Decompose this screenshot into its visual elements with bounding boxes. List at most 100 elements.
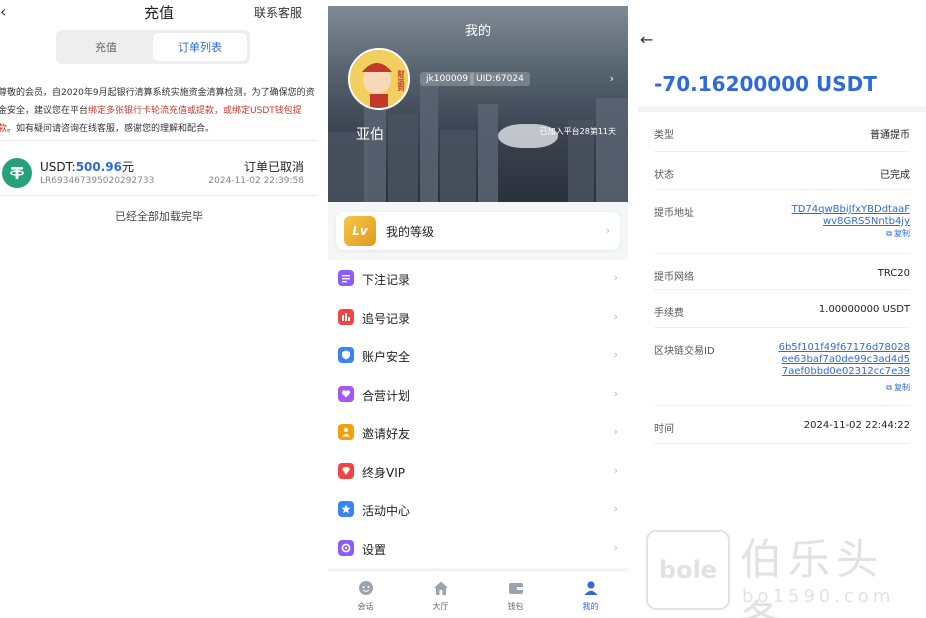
- withdraw-address-link[interactable]: TD74qwBbiJfxYBDdtaaF wv8GRS5Nntb4jy: [792, 204, 910, 228]
- copy-txid-button[interactable]: ⧉ 复制: [886, 382, 910, 393]
- menu-item-lifetime-vip[interactable]: 终身VIP ›: [328, 453, 628, 492]
- level-badge-icon: Lv: [344, 216, 376, 246]
- recharge-tab-switch: 充值 订单列表: [56, 30, 250, 64]
- detail-row-time: 时间 2024-11-02 22:44:22: [654, 406, 910, 444]
- detail-row-status: 状态 已完成: [654, 152, 910, 190]
- tab-mine[interactable]: 我的: [553, 571, 628, 618]
- tab-recharge[interactable]: 充值: [59, 33, 153, 61]
- profile-hero: 我的 财运到 jk100009 UID:67024 › 亚伯 已加入平台28第1…: [328, 6, 628, 202]
- menu-item-activity-center[interactable]: 活动中心 ›: [328, 491, 628, 530]
- detail-row-txid: 区块链交易ID 6b5f101f49f67176d78028 ee63baf7a…: [654, 328, 910, 406]
- joined-days: 已加入平台28第11天: [539, 127, 616, 136]
- tab-label: 钱包: [507, 602, 524, 611]
- chevron-right-icon: ›: [613, 502, 618, 515]
- recharge-screen: ‹ 充值 联系客服 充值 订单列表 尊敬的会员，自2020年9月起银行清算系统实…: [0, 0, 318, 618]
- username: 亚伯: [356, 127, 384, 143]
- home-icon: [432, 579, 450, 597]
- recharge-header: ‹ 充值 联系客服: [0, 0, 318, 26]
- chevron-right-icon: ›: [613, 463, 618, 477]
- chevron-right-icon: ›: [613, 386, 618, 400]
- page-title: 我的: [464, 24, 491, 39]
- chevron-right-icon[interactable]: ›: [610, 72, 614, 85]
- menu-item-settings[interactable]: 设置 ›: [328, 530, 628, 569]
- tab-wallet[interactable]: 钱包: [478, 571, 553, 618]
- watermark: bole 伯乐头条 bo1590.com: [646, 524, 922, 618]
- mine-screen: 我的 财运到 jk100009 UID:67024 › 亚伯 已加入平台28第1…: [328, 6, 628, 618]
- chevron-right-icon: ›: [613, 309, 618, 323]
- menu-item-label: 邀请好友: [362, 427, 411, 441]
- menu-item-chase-records[interactable]: 追号记录 ›: [328, 299, 628, 338]
- address-line: wv8GRS5Nntb4jy: [822, 216, 910, 227]
- divider: [0, 140, 318, 141]
- order-amount: USDT:500.96元: [40, 158, 134, 175]
- watermark-logo: bole: [646, 530, 730, 610]
- menu-item-label: 合营计划: [362, 388, 411, 403]
- row-value: 1.00000000 USDT: [818, 304, 910, 315]
- txid-link[interactable]: 6b5f101f49f67176d78028 ee63baf7a0de99c3a…: [779, 342, 910, 378]
- menu-item-bet-records[interactable]: 下注记录 ›: [328, 260, 628, 299]
- copy-label: 复制: [894, 383, 910, 392]
- star-icon: [338, 501, 354, 517]
- detail-row-type: 类型 普通提币: [654, 112, 910, 152]
- menu-item-account-security[interactable]: 账户安全 ›: [328, 337, 628, 376]
- gear-icon: [338, 539, 354, 556]
- chevron-right-icon: ›: [605, 224, 610, 237]
- vip-icon: [338, 462, 354, 479]
- detail-row-address: 提币地址 TD74qwBbiJfxYBDdtaaF wv8GRS5Nntb4jy…: [654, 190, 910, 254]
- usdt-tether-icon: [2, 158, 32, 188]
- menu-item-label: 账户安全: [362, 350, 411, 364]
- avatar[interactable]: 财运到: [348, 48, 410, 110]
- contact-service-button[interactable]: 联系客服: [254, 4, 302, 21]
- user-id-tag: jk100009: [420, 72, 475, 86]
- tab-label: 我的: [582, 602, 599, 611]
- row-value: 已完成: [880, 170, 910, 181]
- address-line: TD74qwBbiJfxYBDdtaaF: [791, 204, 910, 215]
- back-arrow-icon[interactable]: ←: [640, 30, 653, 49]
- level-label: 我的等级: [386, 225, 435, 239]
- shield-icon: [338, 347, 354, 363]
- user-icon: [582, 579, 600, 597]
- avatar-caption: 财运到: [397, 70, 405, 91]
- menu-item-label: 设置: [362, 542, 387, 557]
- wallet-icon: [507, 579, 525, 597]
- menu-item-label: 追号记录: [362, 311, 411, 326]
- detail-row-network: 提币网络 TRC20: [654, 254, 910, 290]
- order-number: LR693467395020292733: [40, 176, 155, 186]
- chevron-right-icon: ›: [613, 348, 618, 361]
- row-value: 2024-11-02 22:44:22: [803, 420, 910, 431]
- chevron-right-icon: ›: [613, 271, 618, 284]
- menu-item-partner-plan[interactable]: 合营计划 ›: [328, 376, 628, 415]
- security-notice: 尊敬的会员，自2020年9月起银行清算系统实施资金清算检测，为了确保您的资金安全…: [0, 84, 316, 138]
- row-key: 时间: [654, 424, 674, 435]
- txid-line: ee63baf7a0de99c3ad4d5: [781, 354, 910, 365]
- tab-label: 会话: [357, 602, 374, 611]
- bottom-tab-bar: 会话 大厅 钱包 我的: [328, 570, 628, 618]
- my-level-button[interactable]: Lv 我的等级 ›: [336, 212, 620, 250]
- tab-chat[interactable]: 会话: [328, 571, 403, 618]
- order-status: 订单已取消: [243, 160, 304, 174]
- menu-item-label: 终身VIP: [362, 465, 405, 480]
- menu-item-label: 活动中心: [362, 504, 411, 518]
- notice-text-end: 。如有疑问请咨询在线客服，感谢您的理解和配合。: [7, 124, 215, 134]
- tab-order-list[interactable]: 订单列表: [153, 33, 247, 61]
- row-key: 手续费: [654, 308, 684, 319]
- chase-record-icon: [338, 308, 354, 325]
- amount-unit: 元: [122, 160, 135, 174]
- list-end-text: 已经全部加载完毕: [115, 210, 203, 223]
- uid-tag: UID:67024: [470, 72, 530, 86]
- currency-label: USDT:: [40, 160, 76, 174]
- menu-item-invite-friends[interactable]: 邀请好友 ›: [328, 414, 628, 453]
- withdraw-amount: -70.16200000 USDT: [654, 72, 877, 96]
- order-time: 2024-11-02 22:39:58: [208, 176, 304, 186]
- detail-row-fee: 手续费 1.00000000 USDT: [654, 290, 910, 328]
- chevron-right-icon: ›: [613, 540, 618, 554]
- row-key: 提币地址: [654, 208, 694, 219]
- tab-hall[interactable]: 大厅: [403, 571, 478, 618]
- invite-icon: [338, 424, 354, 440]
- copy-address-button[interactable]: ⧉ 复制: [886, 228, 910, 239]
- copy-icon: ⧉: [886, 382, 892, 392]
- row-key: 区块链交易ID: [654, 346, 715, 357]
- row-value: 普通提币: [870, 130, 910, 141]
- divider: [0, 195, 318, 196]
- amount-value: 500.96: [75, 160, 123, 174]
